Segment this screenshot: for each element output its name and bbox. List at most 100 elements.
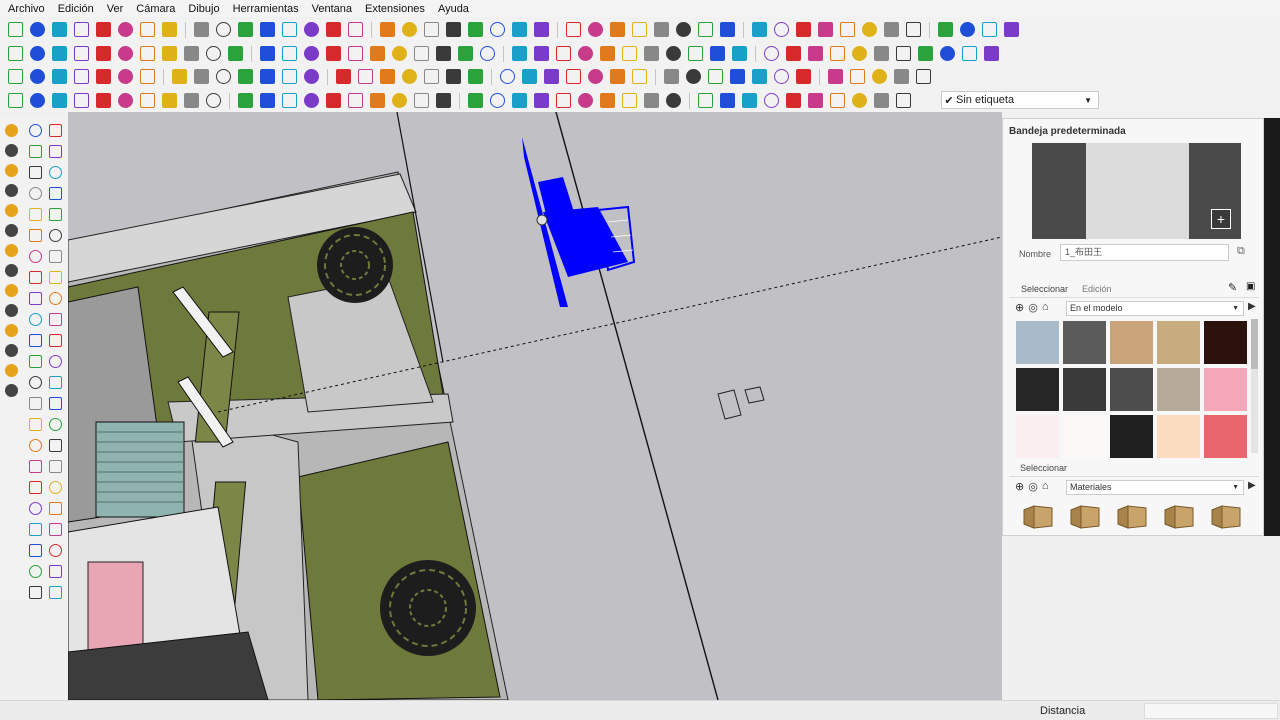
tb4-tool-icon-2[interactable] [50,91,69,110]
left-tool-icon[interactable] [47,311,64,328]
tb1-tool-icon-36[interactable] [838,20,857,39]
tb4-tool-icon-5[interactable] [116,91,135,110]
material-folder-icon[interactable] [1114,502,1150,530]
tb1-tool-icon-32[interactable] [750,20,769,39]
tb1-tool-icon-27[interactable] [630,20,649,39]
tb2-tool-icon-21[interactable] [478,44,497,63]
tb2-tool-icon-11[interactable] [258,44,277,63]
left-tool-icon[interactable] [47,164,64,181]
tb4-tool-icon-11[interactable] [258,91,277,110]
tb4-tool-icon-20[interactable] [466,91,485,110]
left-tool-icon[interactable] [47,542,64,559]
tb1-tool-icon-24[interactable] [564,20,583,39]
tab-seleccionar[interactable]: Seleccionar [1017,284,1072,294]
back-icon[interactable]: ⊕ [1015,480,1024,493]
tb3-tool-icon-19[interactable] [444,67,463,86]
tb3-tool-icon-39[interactable] [914,67,933,86]
tb1-tool-icon-40[interactable] [936,20,955,39]
left-tool-icon[interactable] [47,374,64,391]
left-tool-icon[interactable] [27,332,44,349]
material-swatch[interactable] [1063,368,1106,411]
left-extension-icon[interactable] [3,162,20,179]
tb2-tool-icon-35[interactable] [806,44,825,63]
left-tool-icon[interactable] [27,164,44,181]
left-tool-icon[interactable] [27,185,44,202]
tb1-tool-icon-8[interactable] [192,20,211,39]
tb3-tool-icon-31[interactable] [728,67,747,86]
tb1-tool-icon-0[interactable] [6,20,25,39]
menu-archivo[interactable]: Archivo [8,3,45,15]
left-tool-icon[interactable] [47,479,64,496]
tb2-tool-icon-14[interactable] [324,44,343,63]
left-tool-icon[interactable] [47,122,64,139]
tb4-tool-icon-34[interactable] [784,91,803,110]
tb4-tool-icon-30[interactable] [696,91,715,110]
tb3-tool-icon-27[interactable] [630,67,649,86]
tb4-tool-icon-15[interactable] [346,91,365,110]
tb3-tool-icon-26[interactable] [608,67,627,86]
left-tool-icon[interactable] [27,227,44,244]
tb2-tool-icon-33[interactable] [762,44,781,63]
menu-ayuda[interactable]: Ayuda [438,3,469,15]
tb4-tool-icon-0[interactable] [6,91,25,110]
tb2-tool-icon-4[interactable] [94,44,113,63]
left-tool-icon[interactable] [27,542,44,559]
tb1-tool-icon-18[interactable] [422,20,441,39]
forward-icon[interactable]: ◎ [1028,301,1038,314]
tb1-tool-icon-14[interactable] [324,20,343,39]
left-extension-icon[interactable] [3,362,20,379]
left-tool-icon[interactable] [47,290,64,307]
material-swatch[interactable] [1063,321,1106,364]
tb4-tool-icon-39[interactable] [894,91,913,110]
material-swatch[interactable] [1016,321,1059,364]
tb4-tool-icon-3[interactable] [72,91,91,110]
tb4-tool-icon-19[interactable] [434,91,453,110]
tb3-tool-icon-29[interactable] [684,67,703,86]
tb3-tool-icon-18[interactable] [422,67,441,86]
material-folder-icon[interactable] [1067,502,1103,530]
left-tool-icon[interactable] [27,122,44,139]
tb4-tool-icon-33[interactable] [762,91,781,110]
tb1-tool-icon-26[interactable] [608,20,627,39]
material-folder-icon[interactable] [1020,502,1056,530]
material-folder-icon[interactable] [1208,502,1244,530]
tb2-tool-icon-12[interactable] [280,44,299,63]
tb2-tool-icon-15[interactable] [346,44,365,63]
tb3-tool-icon-2[interactable] [50,67,69,86]
create-material-button[interactable]: + [1211,209,1231,229]
left-extension-icon[interactable] [3,302,20,319]
tb1-tool-icon-34[interactable] [794,20,813,39]
tb2-tool-icon-10[interactable] [226,44,245,63]
tb2-tool-icon-32[interactable] [730,44,749,63]
left-extension-icon[interactable] [3,382,20,399]
menu-camara[interactable]: Cámara [136,3,175,15]
menu-ventana[interactable]: Ventana [312,3,352,15]
left-extension-icon[interactable] [3,342,20,359]
tb1-tool-icon-30[interactable] [696,20,715,39]
tb4-tool-icon-9[interactable] [204,91,223,110]
tb4-tool-icon-17[interactable] [390,91,409,110]
tb3-tool-icon-16[interactable] [378,67,397,86]
tb2-tool-icon-17[interactable] [390,44,409,63]
tb2-tool-icon-43[interactable] [982,44,1001,63]
tb3-tool-icon-5[interactable] [116,67,135,86]
left-tool-icon[interactable] [27,353,44,370]
tb4-tool-icon-16[interactable] [368,91,387,110]
tb4-tool-icon-26[interactable] [598,91,617,110]
tb2-tool-icon-37[interactable] [850,44,869,63]
left-tool-icon[interactable] [47,185,64,202]
tb1-tool-icon-20[interactable] [466,20,485,39]
left-tool-icon[interactable] [27,248,44,265]
selected-component[interactable] [522,137,636,307]
tb3-tool-icon-8[interactable] [192,67,211,86]
menu-extensiones[interactable]: Extensiones [365,3,425,15]
left-extension-icon[interactable] [3,322,20,339]
tb4-tool-icon-13[interactable] [302,91,321,110]
tb2-tool-icon-34[interactable] [784,44,803,63]
material-swatch[interactable] [1063,415,1106,458]
tb1-tool-icon-13[interactable] [302,20,321,39]
tb4-tool-icon-1[interactable] [28,91,47,110]
tb1-tool-icon-29[interactable] [674,20,693,39]
tb3-tool-icon-20[interactable] [466,67,485,86]
left-tool-icon[interactable] [27,206,44,223]
